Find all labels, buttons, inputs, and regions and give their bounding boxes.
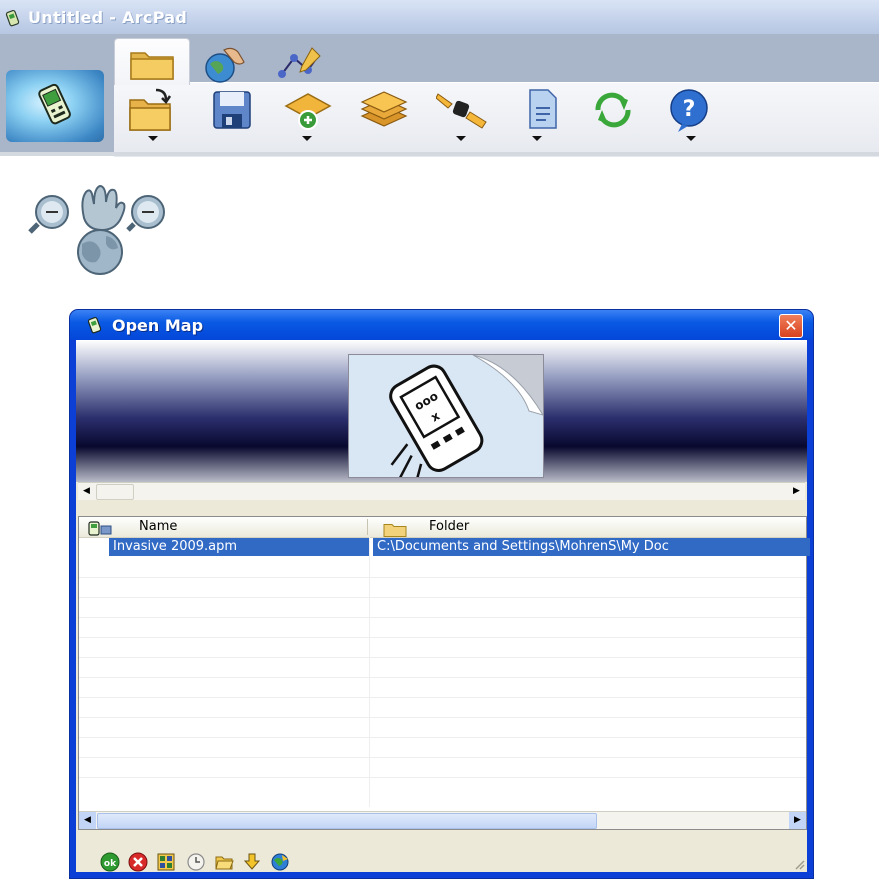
globe-icon[interactable] bbox=[270, 852, 290, 872]
scroll-left-arrow-icon[interactable]: ◀ bbox=[78, 483, 95, 500]
grid-line bbox=[79, 617, 806, 618]
svg-text:ok: ok bbox=[104, 859, 117, 869]
open-map-icon bbox=[129, 88, 172, 131]
folder-column-icon bbox=[383, 524, 407, 537]
full-extent-globe-icon[interactable] bbox=[77, 229, 123, 275]
dialog-body: ooo x ◀ ▶ Name Folder Invasive 2009.apm … bbox=[76, 340, 810, 872]
list-header: Name Folder bbox=[79, 517, 806, 538]
dialog-bottom-toolbar: ok bbox=[76, 850, 807, 872]
grid-column-line bbox=[369, 537, 370, 807]
add-layer-icon bbox=[284, 93, 332, 130]
gps-dropdown-arrow[interactable] bbox=[456, 136, 466, 141]
column-header-folder[interactable]: Folder bbox=[429, 517, 469, 537]
grid-line bbox=[79, 777, 806, 778]
navigation-tools-cluster bbox=[28, 184, 165, 275]
grid-line bbox=[79, 577, 806, 578]
row-name-cell[interactable]: Invasive 2009.apm bbox=[109, 538, 369, 556]
grid-line bbox=[79, 677, 806, 678]
cancel-icon[interactable] bbox=[128, 852, 148, 872]
zoom-out-icon[interactable] bbox=[126, 195, 165, 232]
edit-vertices-tab-icon bbox=[278, 47, 321, 78]
close-icon: ✕ bbox=[784, 316, 798, 335]
arcpad-app-icon bbox=[5, 10, 20, 27]
help-dropdown-arrow[interactable] bbox=[686, 136, 696, 141]
list-scroll-right-icon[interactable]: ▶ bbox=[789, 812, 806, 829]
refresh-button[interactable] bbox=[578, 84, 648, 136]
globe-hand-tab-icon bbox=[205, 47, 245, 83]
open-map-dialog: Open Map ✕ ooo x ◀ ▶ Name Folder Invasiv… bbox=[70, 310, 813, 878]
tab-edit[interactable] bbox=[262, 38, 336, 84]
grid-line bbox=[79, 717, 806, 718]
arcpad-dialog-icon bbox=[87, 317, 102, 334]
open-map-dropdown-arrow[interactable] bbox=[148, 136, 158, 141]
layers-button[interactable] bbox=[348, 84, 418, 136]
app-title: Untitled - ArcPad bbox=[28, 8, 188, 27]
banner-image: ooo x bbox=[348, 354, 545, 489]
dialog-banner: ooo x bbox=[76, 340, 807, 489]
map-file-list[interactable]: Name Folder Invasive 2009.apm C:\Documen… bbox=[78, 516, 810, 830]
arcpad-device-icon bbox=[38, 83, 71, 125]
list-horizontal-scrollbar[interactable]: ◀ ▶ bbox=[79, 811, 806, 829]
ok-icon[interactable]: ok bbox=[100, 852, 120, 872]
resize-grip-icon[interactable] bbox=[793, 858, 805, 870]
app-titlebar: Untitled - ArcPad bbox=[0, 0, 879, 35]
grid-line bbox=[79, 637, 806, 638]
arcpad-menu-button[interactable] bbox=[6, 70, 104, 142]
help-button[interactable]: ? bbox=[654, 84, 724, 136]
list-row[interactable]: Invasive 2009.apm C:\Documents and Setti… bbox=[79, 538, 810, 556]
add-layer-button[interactable] bbox=[272, 84, 342, 136]
banner-horizontal-scrollbar[interactable]: ◀ ▶ bbox=[78, 482, 805, 500]
grid-line bbox=[79, 597, 806, 598]
column-header-name[interactable]: Name bbox=[139, 517, 177, 537]
save-icon bbox=[213, 91, 251, 129]
close-button[interactable]: ✕ bbox=[779, 314, 803, 338]
tab-file[interactable] bbox=[114, 38, 190, 85]
add-layer-dropdown-arrow[interactable] bbox=[302, 136, 312, 141]
pan-hand-icon[interactable] bbox=[81, 184, 126, 232]
open-map-button[interactable] bbox=[116, 84, 186, 136]
row-folder-cell[interactable]: C:\Documents and Settings\MohrenS\My Doc bbox=[373, 538, 810, 556]
list-scroll-left-icon[interactable]: ◀ bbox=[79, 812, 96, 829]
refresh-icon bbox=[595, 92, 631, 128]
svg-text:?: ? bbox=[683, 97, 696, 122]
save-button[interactable] bbox=[196, 84, 266, 136]
download-icon[interactable] bbox=[242, 852, 262, 872]
grid-line bbox=[79, 737, 806, 738]
tab-navigation[interactable] bbox=[188, 38, 262, 84]
grid-icon[interactable] bbox=[156, 852, 176, 872]
main-toolbar: ? bbox=[0, 34, 879, 157]
folder-tab-icon bbox=[130, 52, 174, 80]
document-button[interactable] bbox=[508, 84, 578, 136]
grid-line bbox=[79, 657, 806, 658]
layers-icon bbox=[360, 91, 408, 127]
scroll-right-arrow-icon[interactable]: ▶ bbox=[788, 483, 805, 500]
device-column-icon bbox=[88, 521, 112, 536]
gps-button[interactable] bbox=[426, 84, 496, 136]
open-folder-icon[interactable] bbox=[214, 852, 234, 872]
clock-icon[interactable] bbox=[186, 852, 206, 872]
dialog-title: Open Map bbox=[112, 316, 204, 335]
grid-line bbox=[79, 757, 806, 758]
help-icon: ? bbox=[670, 89, 708, 132]
toolbar-divider bbox=[0, 152, 879, 156]
scroll-thumb[interactable] bbox=[96, 484, 134, 500]
list-scroll-thumb[interactable] bbox=[97, 813, 597, 829]
grid-line bbox=[79, 697, 806, 698]
document-dropdown-arrow[interactable] bbox=[532, 136, 542, 141]
dialog-titlebar[interactable]: Open Map ✕ bbox=[70, 310, 813, 340]
column-separator[interactable] bbox=[367, 519, 368, 535]
document-icon bbox=[529, 89, 557, 129]
zoom-in-icon[interactable] bbox=[28, 195, 69, 234]
device-with-page-icon: ooo x bbox=[349, 354, 545, 489]
gps-icon bbox=[436, 93, 487, 129]
